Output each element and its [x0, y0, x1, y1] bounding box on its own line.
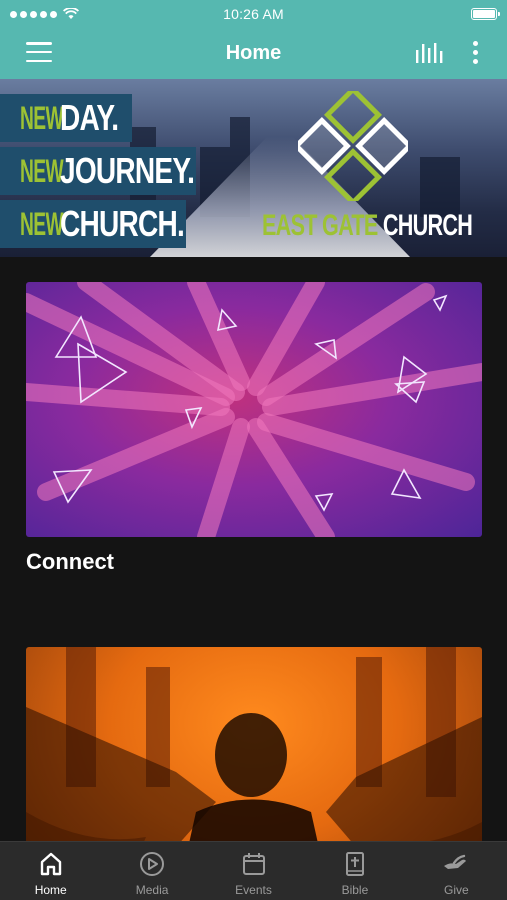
banner-prefix: NEW: [20, 152, 64, 189]
banner-line-1: NEW DAY.: [0, 94, 132, 142]
tab-home[interactable]: Home: [0, 842, 101, 900]
status-time: 10:26 AM: [223, 6, 284, 22]
tab-events[interactable]: Events: [203, 842, 304, 900]
tab-bible[interactable]: Bible: [304, 842, 405, 900]
calendar-icon: [242, 853, 265, 875]
home-icon: [40, 852, 61, 876]
connect-card-title: Connect: [26, 549, 114, 574]
banner-word: JOURNEY.: [60, 150, 195, 191]
tab-label: Media: [135, 883, 169, 897]
bible-icon: [345, 852, 364, 876]
signal-strength-icon: [10, 10, 57, 18]
status-bar: 10:26 AM: [0, 0, 507, 28]
banner-word: CHURCH.: [60, 203, 185, 244]
tab-label: Bible: [341, 883, 369, 897]
banner-line-2: NEW JOURNEY.: [0, 147, 196, 195]
connect-card-image[interactable]: [26, 282, 482, 537]
tab-media[interactable]: Media: [101, 842, 202, 900]
logo-text-church: CHURCH: [382, 209, 473, 242]
give-hand-icon: [444, 854, 467, 869]
battery-icon: [470, 8, 500, 20]
tab-label: Give: [443, 883, 469, 897]
tab-label: Events: [235, 883, 272, 897]
audio-bars-icon[interactable]: [415, 40, 445, 64]
menu-icon[interactable]: [26, 42, 52, 62]
tab-label: Home: [34, 883, 67, 897]
banner-line-3: NEW CHURCH.: [0, 200, 186, 248]
banner-prefix: NEW: [20, 99, 64, 136]
more-options-icon[interactable]: [471, 40, 479, 64]
banner-prefix: NEW: [20, 205, 64, 242]
bottom-tab-bar: Home Media Events Bible Give: [0, 841, 507, 900]
hands-image: [26, 282, 482, 537]
banner-word: DAY.: [60, 97, 119, 138]
tab-give[interactable]: Give: [406, 842, 507, 900]
signal-area: [10, 8, 130, 20]
nav-bar: Home: [0, 28, 507, 79]
play-circle-icon: [140, 852, 165, 876]
connect-card[interactable]: Connect: [26, 282, 482, 579]
page-title: Home: [225, 42, 282, 64]
church-banner[interactable]: NEW DAY. NEW JOURNEY. NEW CHURCH. EAST G…: [0, 79, 507, 257]
wifi-icon: [63, 8, 79, 19]
church-logo-text: EAST GATE CHURCH: [262, 209, 473, 243]
skyline-building: [420, 157, 460, 217]
east-gate-logo-icon: [298, 91, 408, 201]
logo-text-east-gate: EAST GATE: [262, 209, 378, 242]
